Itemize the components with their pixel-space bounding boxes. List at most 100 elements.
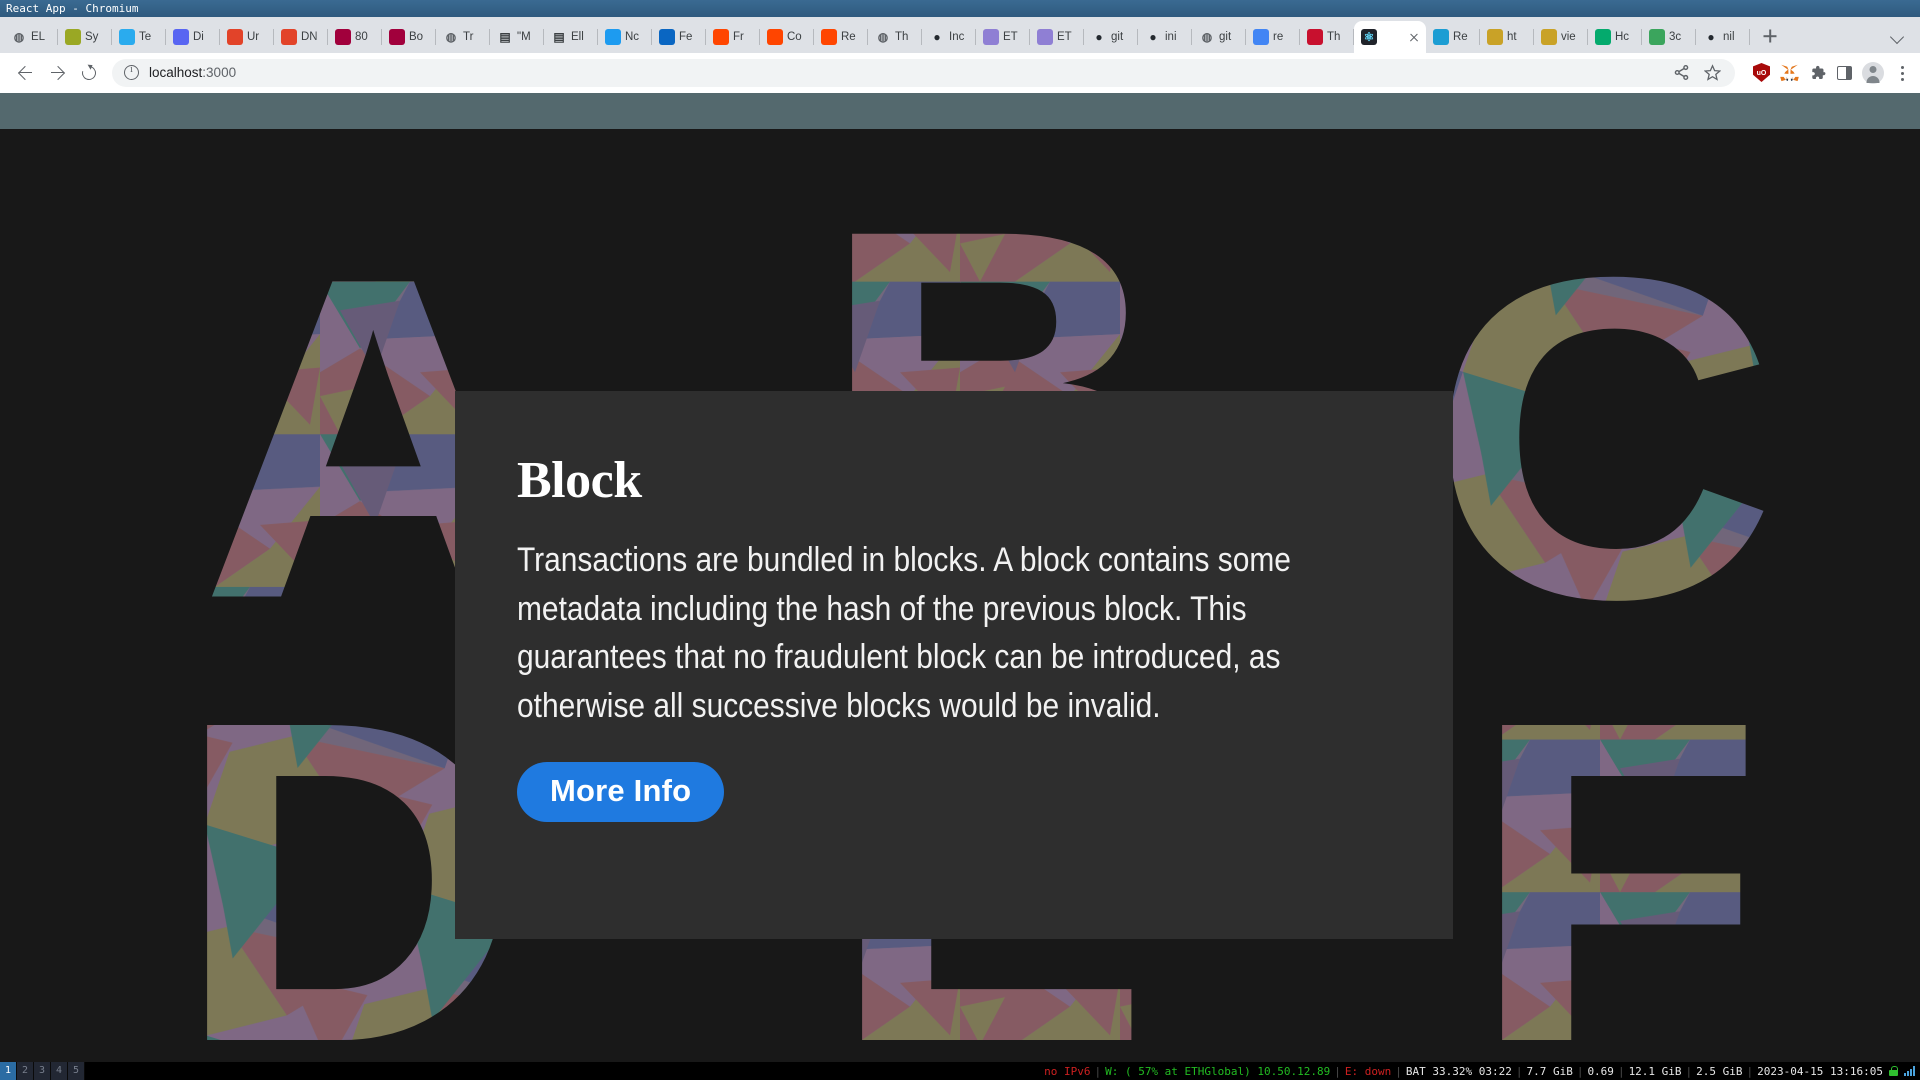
browser-tab[interactable]: re bbox=[1246, 21, 1300, 53]
side-panel-icon[interactable] bbox=[1837, 65, 1852, 80]
browser-tab[interactable]: Fr bbox=[706, 21, 760, 53]
wifi-signal-icon bbox=[1904, 1066, 1915, 1076]
ublock-origin-icon[interactable]: uO bbox=[1753, 63, 1770, 82]
scroll-icon bbox=[1487, 29, 1503, 45]
react-bootstrap-icon bbox=[1433, 29, 1449, 45]
status-disk1: 12.1 GiB bbox=[1628, 1064, 1682, 1078]
workspace-button[interactable]: 5 bbox=[68, 1062, 85, 1080]
browser-tab-active[interactable]: ⚛ bbox=[1354, 21, 1426, 53]
scroll-icon bbox=[1541, 29, 1557, 45]
sparrow-icon bbox=[65, 29, 81, 45]
browser-tab[interactable]: Re bbox=[1426, 21, 1480, 53]
browser-tab[interactable]: Nc bbox=[598, 21, 652, 53]
browser-toolbar: localhost:3000 uO bbox=[0, 53, 1920, 93]
browser-tab[interactable]: Re bbox=[814, 21, 868, 53]
extension-icon-area: uO bbox=[1743, 61, 1910, 84]
browser-tab[interactable]: DN bbox=[274, 21, 328, 53]
browser-tab[interactable]: ▤ Ell bbox=[544, 21, 598, 53]
status-disk2: 2.5 GiB bbox=[1696, 1064, 1743, 1078]
bookmark-star-icon[interactable] bbox=[1703, 64, 1722, 81]
browser-tab[interactable]: Ur bbox=[220, 21, 274, 53]
browser-tab-label: nil bbox=[1723, 31, 1735, 43]
browser-tab[interactable]: Te bbox=[112, 21, 166, 53]
status-separator: | bbox=[1685, 1064, 1693, 1078]
browser-tab-label: git bbox=[1111, 31, 1124, 43]
browser-tab-label: Co bbox=[787, 31, 802, 43]
status-datetime: 2023-04-15 13:16:05 bbox=[1757, 1064, 1883, 1078]
gitlab-icon bbox=[281, 29, 297, 45]
reload-button[interactable] bbox=[74, 58, 104, 88]
telegram-icon bbox=[119, 29, 135, 45]
workspace-button[interactable]: 4 bbox=[51, 1062, 68, 1080]
browser-tab[interactable]: ● ini bbox=[1138, 21, 1192, 53]
address-bar[interactable]: localhost:3000 bbox=[112, 58, 1735, 87]
browser-tab-label: Ur bbox=[247, 31, 260, 43]
browser-tab[interactable]: Hc bbox=[1588, 21, 1642, 53]
browser-tab-label: ht bbox=[1507, 31, 1517, 43]
new-tab-button[interactable] bbox=[1756, 22, 1784, 50]
browser-tab[interactable]: ◍ EL bbox=[4, 21, 58, 53]
browser-tab[interactable]: ET bbox=[976, 21, 1030, 53]
status-loadavg: 0.69 bbox=[1587, 1064, 1614, 1078]
document-icon: ▤ bbox=[499, 30, 511, 44]
profile-avatar-icon[interactable] bbox=[1862, 61, 1884, 84]
status-separator: | bbox=[1334, 1064, 1341, 1078]
browser-tab[interactable]: ● Inc bbox=[922, 21, 976, 53]
status-ipv6: no IPv6 bbox=[1044, 1064, 1091, 1078]
tab-strip: ◍ EL Sy Te Di Ur DN 80 Bo ◍ Tr ▤ "M ▤ Ell Nc Fe Fr Co Re ◍ Th… bbox=[0, 17, 1920, 53]
chrome-menu-kebab-icon[interactable] bbox=[1894, 64, 1910, 82]
site-info-icon[interactable] bbox=[124, 64, 139, 80]
browser-tab[interactable]: 3c bbox=[1642, 21, 1696, 53]
browser-tab[interactable]: vie bbox=[1534, 21, 1588, 53]
browser-tab[interactable]: Fe bbox=[652, 21, 706, 53]
browser-tab-label: ET bbox=[1003, 31, 1018, 43]
github-icon: ● bbox=[933, 30, 941, 44]
browser-tab[interactable]: Bo bbox=[382, 21, 436, 53]
browser-tab-label: Th bbox=[895, 31, 909, 43]
status-separator: | bbox=[1617, 1064, 1625, 1078]
workspace-button[interactable]: 1 bbox=[0, 1062, 17, 1080]
browser-tab-label: Fr bbox=[733, 31, 744, 43]
workspace-button[interactable]: 2 bbox=[17, 1062, 34, 1080]
tab-search-chevron-down-icon[interactable] bbox=[1890, 28, 1906, 44]
browser-tab[interactable]: Co bbox=[760, 21, 814, 53]
browser-tab[interactable]: ● git bbox=[1084, 21, 1138, 53]
back-button[interactable] bbox=[10, 58, 40, 88]
browser-tab[interactable]: ▤ "M bbox=[490, 21, 544, 53]
browser-tab-label: DN bbox=[301, 31, 318, 43]
tab-close-icon[interactable] bbox=[1406, 29, 1422, 45]
browser-tab-label: Th bbox=[1327, 31, 1341, 43]
linkedin-icon bbox=[659, 29, 675, 45]
lock-icon bbox=[1889, 1066, 1898, 1076]
browser-tab[interactable]: ◍ git bbox=[1192, 21, 1246, 53]
browser-tab[interactable]: ET bbox=[1030, 21, 1084, 53]
browser-tab-label: Inc bbox=[949, 31, 965, 43]
window-title: React App - Chromium bbox=[6, 2, 139, 15]
ethereum-icon bbox=[1037, 29, 1053, 45]
workspace-button[interactable]: 3 bbox=[34, 1062, 51, 1080]
metamask-icon[interactable] bbox=[1780, 64, 1799, 82]
browser-tab-label: "M bbox=[517, 31, 531, 43]
extensions-puzzle-icon[interactable] bbox=[1809, 64, 1827, 82]
browser-tab[interactable]: Sy bbox=[58, 21, 112, 53]
browser-tab-label: Hc bbox=[1615, 31, 1630, 43]
browser-tab[interactable]: Th bbox=[1300, 21, 1354, 53]
w3schools-icon bbox=[1595, 29, 1611, 45]
url-port: :3000 bbox=[202, 65, 237, 80]
status-separator: | bbox=[1576, 1064, 1584, 1078]
browser-tab-label: 80 bbox=[355, 31, 368, 43]
browser-tab[interactable]: ht bbox=[1480, 21, 1534, 53]
more-info-button[interactable]: More Info bbox=[517, 762, 725, 823]
share-icon[interactable] bbox=[1673, 64, 1690, 81]
browser-tab[interactable]: ● nil bbox=[1696, 21, 1750, 53]
browser-tab-label: Di bbox=[193, 31, 204, 43]
modal-body-text: Transactions are bundled in blocks. A bl… bbox=[517, 541, 1291, 725]
browser-tab[interactable]: ◍ Tr bbox=[436, 21, 490, 53]
forward-button[interactable] bbox=[42, 58, 72, 88]
page-content: A B C D E F Block Transactions are bundl… bbox=[0, 129, 1920, 1062]
browser-tab[interactable]: ◍ Th bbox=[868, 21, 922, 53]
github-icon: ● bbox=[1149, 30, 1157, 44]
browser-tab[interactable]: Di bbox=[166, 21, 220, 53]
browser-tab-label: vie bbox=[1561, 31, 1576, 43]
browser-tab[interactable]: 80 bbox=[328, 21, 382, 53]
